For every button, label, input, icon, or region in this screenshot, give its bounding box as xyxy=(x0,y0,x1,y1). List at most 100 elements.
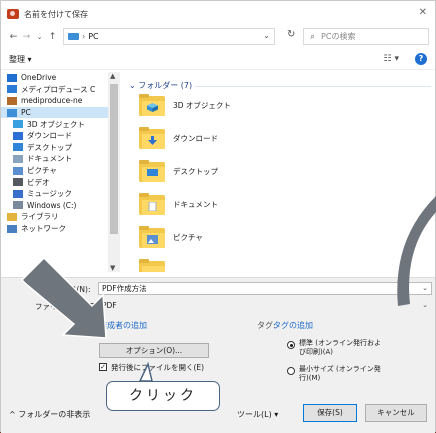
open-after-publish-checkbox[interactable]: ✓ xyxy=(99,363,107,371)
folder-icon xyxy=(139,94,165,116)
tree-item[interactable]: 3D オブジェクト xyxy=(1,118,120,130)
optimize-minimum-label: 最小サイズ (オンライン発 行)(M) xyxy=(299,365,381,382)
window-title: 名前を付けて保存 xyxy=(24,9,88,19)
tree-item[interactable]: PC xyxy=(1,106,120,119)
filetype-label: ファイルの種類(T): xyxy=(35,302,101,311)
hide-folders-toggle[interactable]: ^ フォルダーの非表示 xyxy=(9,409,90,420)
folder-icon xyxy=(139,193,165,215)
tree-item-label: OneDrive xyxy=(21,73,57,83)
tree-item-label: Windows (C:) xyxy=(27,200,77,210)
add-author-link[interactable]: 作成者の追加 xyxy=(99,320,147,331)
folder-item[interactable]: デスクトップ xyxy=(139,160,218,182)
chevron-down-icon[interactable]: ⌄ xyxy=(422,300,428,311)
breadcrumb-separator: › xyxy=(82,32,86,41)
chevron-down-icon[interactable]: ⌄ xyxy=(263,31,270,40)
view-options-icon[interactable]: ☷ ▾ xyxy=(384,54,399,64)
optimize-standard-label: 標準 (オンライン発行およ び印刷)(A) xyxy=(299,339,381,356)
tree-item-icon xyxy=(13,131,23,140)
tree-item-label: ダウンロード xyxy=(27,131,72,141)
refresh-button[interactable]: ↻ xyxy=(287,29,295,40)
tree-item[interactable]: ライブラリ xyxy=(1,211,120,223)
click-callout: クリック xyxy=(106,381,220,411)
folder-item[interactable]: 3D オブジェクト xyxy=(139,94,231,116)
tree-item[interactable]: ミュージック xyxy=(1,188,120,200)
options-button[interactable]: オプション(O)... xyxy=(99,343,209,358)
tree-item-icon xyxy=(7,108,17,117)
tree-item[interactable]: デスクトップ xyxy=(1,142,120,154)
tree-item-label: デスクトップ xyxy=(27,142,72,152)
tree-item-icon xyxy=(7,85,17,94)
folder-icon xyxy=(139,226,165,248)
close-button[interactable]: ✕ xyxy=(419,7,427,18)
tree-item-icon xyxy=(13,166,23,175)
folder-item[interactable] xyxy=(139,259,173,272)
folder-label: 3D オブジェクト xyxy=(173,100,231,110)
add-tag-link[interactable]: タグの追加 xyxy=(273,320,313,331)
tree-item[interactable]: ビデオ xyxy=(1,176,120,188)
folder-icon xyxy=(139,259,165,272)
scroll-down-icon[interactable]: ▼ xyxy=(110,264,115,272)
tree-item-label: ミュージック xyxy=(27,189,72,199)
pc-icon xyxy=(68,33,79,40)
search-box[interactable]: ⌕ PCの検索 xyxy=(303,28,429,45)
save-as-dialog: 名前を付けて保存 ✕ ← → ⌄ ↑ › PC ⌄ ↻ ⌕ PCの検索 整理 ▾… xyxy=(0,0,436,433)
forward-button[interactable]: → xyxy=(20,32,33,42)
navigation-pane: OneDrive メディプロデュース C mediproduce-ne PC 3D オブ… xyxy=(1,72,120,272)
filename-input[interactable]: PDF作成方法 ⌄ xyxy=(98,282,432,295)
tree-item-icon xyxy=(13,178,23,187)
breadcrumb-pc[interactable]: PC xyxy=(88,32,98,41)
tree-item-label: 3D オブジェクト xyxy=(27,119,85,129)
optimize-minimum-radio[interactable] xyxy=(287,367,295,375)
tree-item-icon xyxy=(13,154,23,163)
tree-item-icon xyxy=(7,96,17,105)
navigation-scrollbar[interactable]: ▲ ▼ xyxy=(108,72,120,272)
folder-label: ピクチャ xyxy=(173,232,203,242)
tree-item[interactable]: Windows (C:) xyxy=(1,200,120,212)
powerpoint-app-icon xyxy=(7,9,19,19)
filetype-select[interactable]: PDF ⌄ xyxy=(98,299,432,312)
search-icon: ⌕ xyxy=(310,31,316,42)
scroll-thumb[interactable] xyxy=(110,84,118,234)
tree-item[interactable]: OneDrive xyxy=(1,72,120,84)
save-button[interactable]: 保存(S) xyxy=(303,404,357,422)
folder-item[interactable]: ドキュメント xyxy=(139,193,218,215)
tree-item-label: ビデオ xyxy=(27,177,50,187)
tree-item-icon xyxy=(7,224,17,233)
address-bar[interactable]: › PC ⌄ xyxy=(63,28,275,45)
tree-item-icon xyxy=(13,201,23,210)
folder-icon xyxy=(139,127,165,149)
tree-item[interactable]: ダウンロード xyxy=(1,130,120,142)
tree-item-icon xyxy=(13,189,23,198)
folder-group-header[interactable]: ⌄ フォルダー (7) xyxy=(129,80,192,91)
folder-item[interactable]: ピクチャ xyxy=(139,226,203,248)
tree-item[interactable]: ピクチャ xyxy=(1,165,120,177)
tree-item[interactable]: メディプロデュース C xyxy=(1,84,120,96)
tree-item[interactable]: ネットワーク xyxy=(1,223,120,235)
file-list-pane: ⌄ フォルダー (7) 3D オブジェクトダウンロードデスクトップドキュメントピ… xyxy=(123,72,436,272)
recent-locations-button[interactable]: ⌄ xyxy=(33,33,46,41)
tree-item-icon xyxy=(13,120,23,129)
scroll-up-icon[interactable]: ▲ xyxy=(110,72,115,80)
organize-button[interactable]: 整理 ▾ xyxy=(9,54,32,65)
tree-item-label: ライブラリ xyxy=(21,212,59,222)
tree-item-label: ドキュメント xyxy=(27,154,72,164)
folder-label: デスクトップ xyxy=(173,166,218,176)
tree-item[interactable]: ドキュメント xyxy=(1,153,120,165)
tools-menu-button[interactable]: ツール(L) ▾ xyxy=(237,409,278,420)
optimize-standard-radio[interactable] xyxy=(287,341,295,349)
tree-item[interactable]: mediproduce-ne xyxy=(1,95,120,107)
folder-item[interactable]: ダウンロード xyxy=(139,127,218,149)
help-icon[interactable]: ? xyxy=(415,53,427,65)
back-button[interactable]: ← xyxy=(7,32,20,42)
filename-label: ファイル名(N): xyxy=(39,285,91,294)
folder-icon xyxy=(139,160,165,182)
chevron-down-icon[interactable]: ⌄ xyxy=(422,283,428,294)
tree-item-icon xyxy=(7,73,17,82)
up-button[interactable]: ↑ xyxy=(46,32,59,42)
filename-value: PDF作成方法 xyxy=(102,284,147,293)
tree-item-label: ピクチャ xyxy=(27,166,57,176)
tree-item-label: mediproduce-ne xyxy=(21,96,83,106)
cancel-button[interactable]: キャンセル xyxy=(365,404,427,422)
tree-item-label: PC xyxy=(21,108,31,118)
open-after-publish-label: 発行後にファイルを開く(E) xyxy=(111,363,205,372)
